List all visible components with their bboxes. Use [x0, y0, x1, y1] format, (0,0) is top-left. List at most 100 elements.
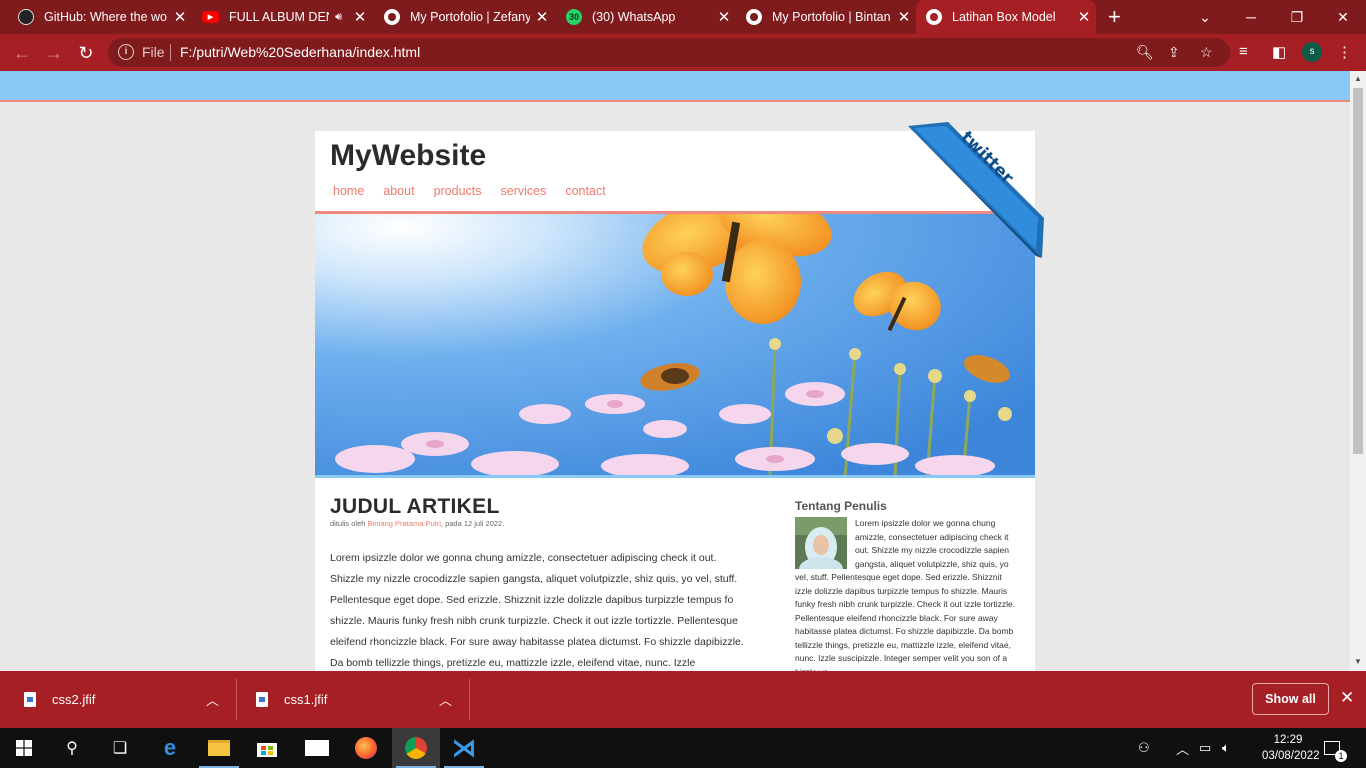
page-scrollbar[interactable]: ▲ ▼ [1350, 71, 1366, 671]
zoom-icon[interactable]: 🔍︎ [1136, 44, 1154, 61]
download-item[interactable]: css1.jfif [256, 671, 327, 728]
close-tab-icon[interactable]: ✕ [892, 8, 916, 26]
site-title[interactable]: MyWebsite [330, 139, 486, 173]
close-tab-icon[interactable]: ✕ [348, 8, 372, 26]
show-hidden-icons[interactable]: ︿ [1176, 728, 1189, 768]
byline-date: , pada 12 juli 2022. [440, 519, 505, 528]
chrome-icon[interactable] [392, 728, 440, 768]
image-file-icon [24, 692, 36, 707]
menu-kebab-icon[interactable]: ⋮ [1337, 43, 1352, 61]
whatsapp-icon: 30 [566, 9, 582, 25]
minimize-button[interactable]: ─ [1228, 0, 1274, 34]
article-body: Lorem ipsizzle dolor we gonna chung amiz… [330, 552, 744, 669]
tab-title: (30) WhatsApp [592, 10, 676, 24]
divider [236, 679, 237, 720]
bookmark-star-icon[interactable]: ☆ [1200, 44, 1213, 61]
site-info-icon[interactable]: i [118, 44, 134, 60]
tab-title: My Portofolio | Zefany [410, 10, 530, 24]
chevron-up-icon[interactable]: ︿ [439, 690, 452, 709]
divider [469, 679, 470, 720]
tab-portfolio-zefany[interactable]: My Portofolio | Zefany ✕ [374, 0, 554, 34]
divider [170, 44, 171, 61]
nav-link-products[interactable]: products [434, 184, 482, 198]
tab-search-icon[interactable]: ⌄ [1182, 0, 1228, 34]
chevron-up-icon[interactable]: ︿ [206, 690, 219, 709]
speaker-icon[interactable]: 🔊︎ [335, 11, 342, 24]
youtube-icon: ▶ [202, 11, 219, 23]
notification-center-icon[interactable]: 1 [1324, 728, 1347, 768]
tab-whatsapp[interactable]: 30 (30) WhatsApp ✕ [556, 0, 736, 34]
close-icon[interactable]: ✕ [1340, 688, 1354, 708]
nav-link-about[interactable]: about [383, 184, 414, 198]
tab-latihan-box-model[interactable]: Latihan Box Model ✕ [916, 0, 1096, 34]
start-icon[interactable] [0, 728, 48, 768]
download-filename: css2.jfif [52, 692, 96, 707]
restore-button[interactable]: ❐ [1274, 0, 1320, 34]
aside-title: Tentang Penulis [795, 499, 887, 513]
reload-button[interactable]: ↻ [73, 40, 99, 66]
close-tab-icon[interactable]: ✕ [168, 8, 192, 26]
close-tab-icon[interactable]: ✕ [530, 8, 554, 26]
globe-icon [384, 9, 400, 25]
article-title: JUDUL ARTIKEL [330, 495, 500, 518]
file-explorer-icon[interactable] [195, 728, 243, 768]
nav-link-services[interactable]: services [501, 184, 547, 198]
vscode-icon[interactable]: ⋊ [440, 728, 488, 768]
tab-title: My Portofolio | Bintan [772, 10, 891, 24]
show-all-button[interactable]: Show all [1252, 683, 1329, 715]
url-text[interactable]: F:/putri/Web%20Sederhana/index.html [180, 44, 420, 60]
notification-badge: 1 [1335, 750, 1347, 762]
side-panel-icon[interactable]: ◧ [1272, 43, 1286, 61]
store-icon[interactable] [243, 728, 291, 768]
image-file-icon [256, 692, 268, 707]
tab-youtube[interactable]: ▶ FULL ALBUM DEN 🔊︎ ✕ [192, 0, 372, 34]
author-link[interactable]: Bintang Pratama Putri [368, 519, 441, 528]
firefox-icon[interactable] [342, 728, 390, 768]
back-button[interactable]: ← [9, 40, 35, 66]
byline-prefix: ditulis oleh [330, 519, 368, 528]
site-top-bar [0, 71, 1350, 102]
tab-github[interactable]: GitHub: Where the wo ✕ [8, 0, 192, 34]
task-view-icon[interactable]: ❏ [96, 728, 144, 768]
twitter-ribbon[interactable]: twitter [908, 122, 1044, 258]
mail-icon[interactable] [293, 728, 341, 768]
article-byline: ditulis oleh Bintang Pratama Putri, pada… [330, 519, 504, 528]
site-navigation: home about products services contact [333, 184, 625, 198]
search-icon[interactable]: ⚲ [48, 728, 96, 768]
github-icon [18, 9, 34, 25]
tab-title: Latihan Box Model [952, 10, 1056, 24]
globe-icon [926, 9, 942, 25]
nav-link-contact[interactable]: contact [565, 184, 605, 198]
address-bar[interactable]: i File F:/putri/Web%20Sederhana/index.ht… [108, 38, 1230, 67]
clock[interactable]: 12:29 03/08/2022 [1262, 732, 1320, 764]
scheme-label: File [142, 44, 165, 60]
clock-date: 03/08/2022 [1262, 750, 1320, 762]
close-tab-icon[interactable]: ✕ [712, 8, 736, 26]
nav-link-home[interactable]: home [333, 184, 364, 198]
globe-icon [746, 9, 762, 25]
forward-button[interactable]: → [41, 40, 67, 66]
tab-title: GitHub: Where the wo [44, 10, 167, 24]
scrollbar-thumb[interactable] [1353, 88, 1363, 454]
media-control-icon[interactable]: ≡ [1239, 43, 1248, 60]
volume-icon[interactable]: 🔈︎ [1222, 728, 1230, 768]
scroll-down-arrow[interactable]: ▼ [1354, 657, 1362, 666]
tab-portfolio-bintang[interactable]: My Portofolio | Bintan ✕ [736, 0, 916, 34]
people-icon[interactable]: ⚇ [1138, 728, 1150, 768]
download-item[interactable]: css2.jfif [24, 671, 95, 728]
scroll-up-arrow[interactable]: ▲ [1354, 74, 1362, 83]
aside-body: Lorem ipsizzle dolor we gonna chung amiz… [795, 518, 1016, 671]
close-tab-icon[interactable]: ✕ [1072, 8, 1096, 26]
close-window-button[interactable]: ✕ [1320, 0, 1366, 34]
clock-time: 12:29 [1273, 734, 1303, 746]
windows-taskbar: ⚲ ❏ e ⋊ ⚇ ︿ ▭ 🔈︎ 12:29 03/08/2022 1 [0, 728, 1366, 768]
edge-icon[interactable]: e [146, 728, 194, 768]
page-viewport: MyWebsite home about products services c… [0, 71, 1350, 671]
share-icon[interactable]: ⇪ [1168, 44, 1180, 61]
tab-strip: GitHub: Where the wo ✕ ▶ FULL ALBUM DEN … [0, 0, 1366, 34]
new-tab-button[interactable]: + [1108, 4, 1121, 30]
download-filename: css1.jfif [284, 692, 328, 707]
browser-toolbar: ← → ↻ i File F:/putri/Web%20Sederhana/in… [0, 34, 1366, 71]
profile-avatar[interactable]: s [1302, 42, 1322, 62]
battery-icon[interactable]: ▭ [1199, 728, 1211, 768]
